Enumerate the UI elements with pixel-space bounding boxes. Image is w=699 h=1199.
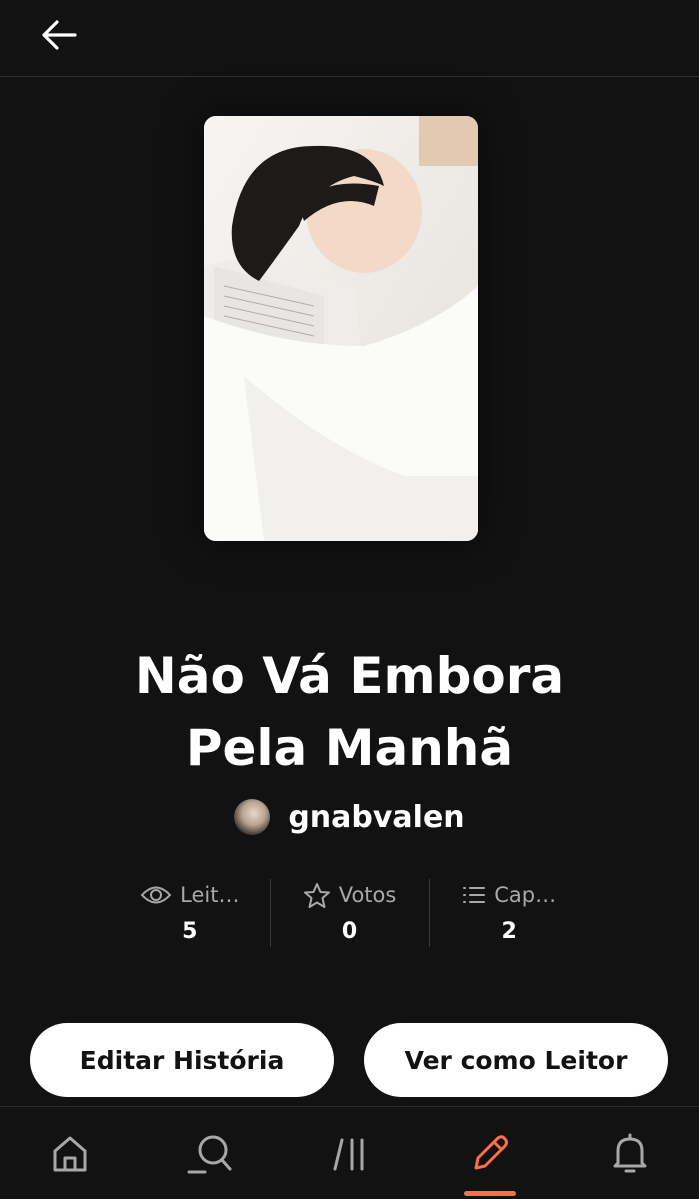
view-as-reader-button[interactable]: Ver como Leitor [364,1023,668,1097]
avatar [234,799,271,835]
nav-home[interactable] [20,1107,120,1199]
bell-icon [613,1133,647,1172]
back-button[interactable] [34,12,84,58]
stat-reads-value: 5 [182,919,198,944]
list-icon [463,887,486,903]
search-icon [187,1135,232,1173]
arrow-left-icon [42,20,77,50]
author-row[interactable]: gnabvalen [0,796,699,838]
story-details-screen: Não Vá Embora Pela Manhã gnabvalen Leit…… [0,0,699,1199]
library-icon [333,1138,364,1170]
nav-active-indicator [464,1191,516,1196]
story-stats: Leit… 5 Votos 0 Cap… 2 [110,875,589,950]
nav-notifications[interactable] [580,1107,680,1199]
stat-chapters: Cap… 2 [429,875,589,950]
stat-reads: Leit… 5 [110,875,270,950]
stat-votes-label: Votos [338,883,397,907]
bottom-navigation [0,1106,699,1199]
home-icon [53,1136,87,1171]
star-icon [303,882,330,908]
author-name: gnabvalen [288,799,465,835]
stat-chapters-label: Cap… [494,883,557,907]
story-title-line-2: Pela Manhã [185,719,514,777]
story-title: Não Vá Embora Pela Manhã [0,640,699,784]
stat-votes: Votos 0 [269,875,430,950]
stat-reads-label: Leit… [180,883,240,907]
top-bar [0,0,699,77]
nav-write[interactable] [440,1107,540,1199]
edit-story-button[interactable]: Editar História [30,1023,334,1097]
eye-icon [140,886,172,904]
nav-library[interactable] [300,1107,400,1199]
story-cover-image [204,116,478,541]
nav-search[interactable] [160,1107,260,1199]
cover-photo [204,116,478,541]
write-icon [474,1134,508,1169]
stat-votes-value: 0 [341,919,358,944]
story-title-line-1: Não Vá Embora [134,647,565,705]
stat-chapters-value: 2 [501,919,517,944]
